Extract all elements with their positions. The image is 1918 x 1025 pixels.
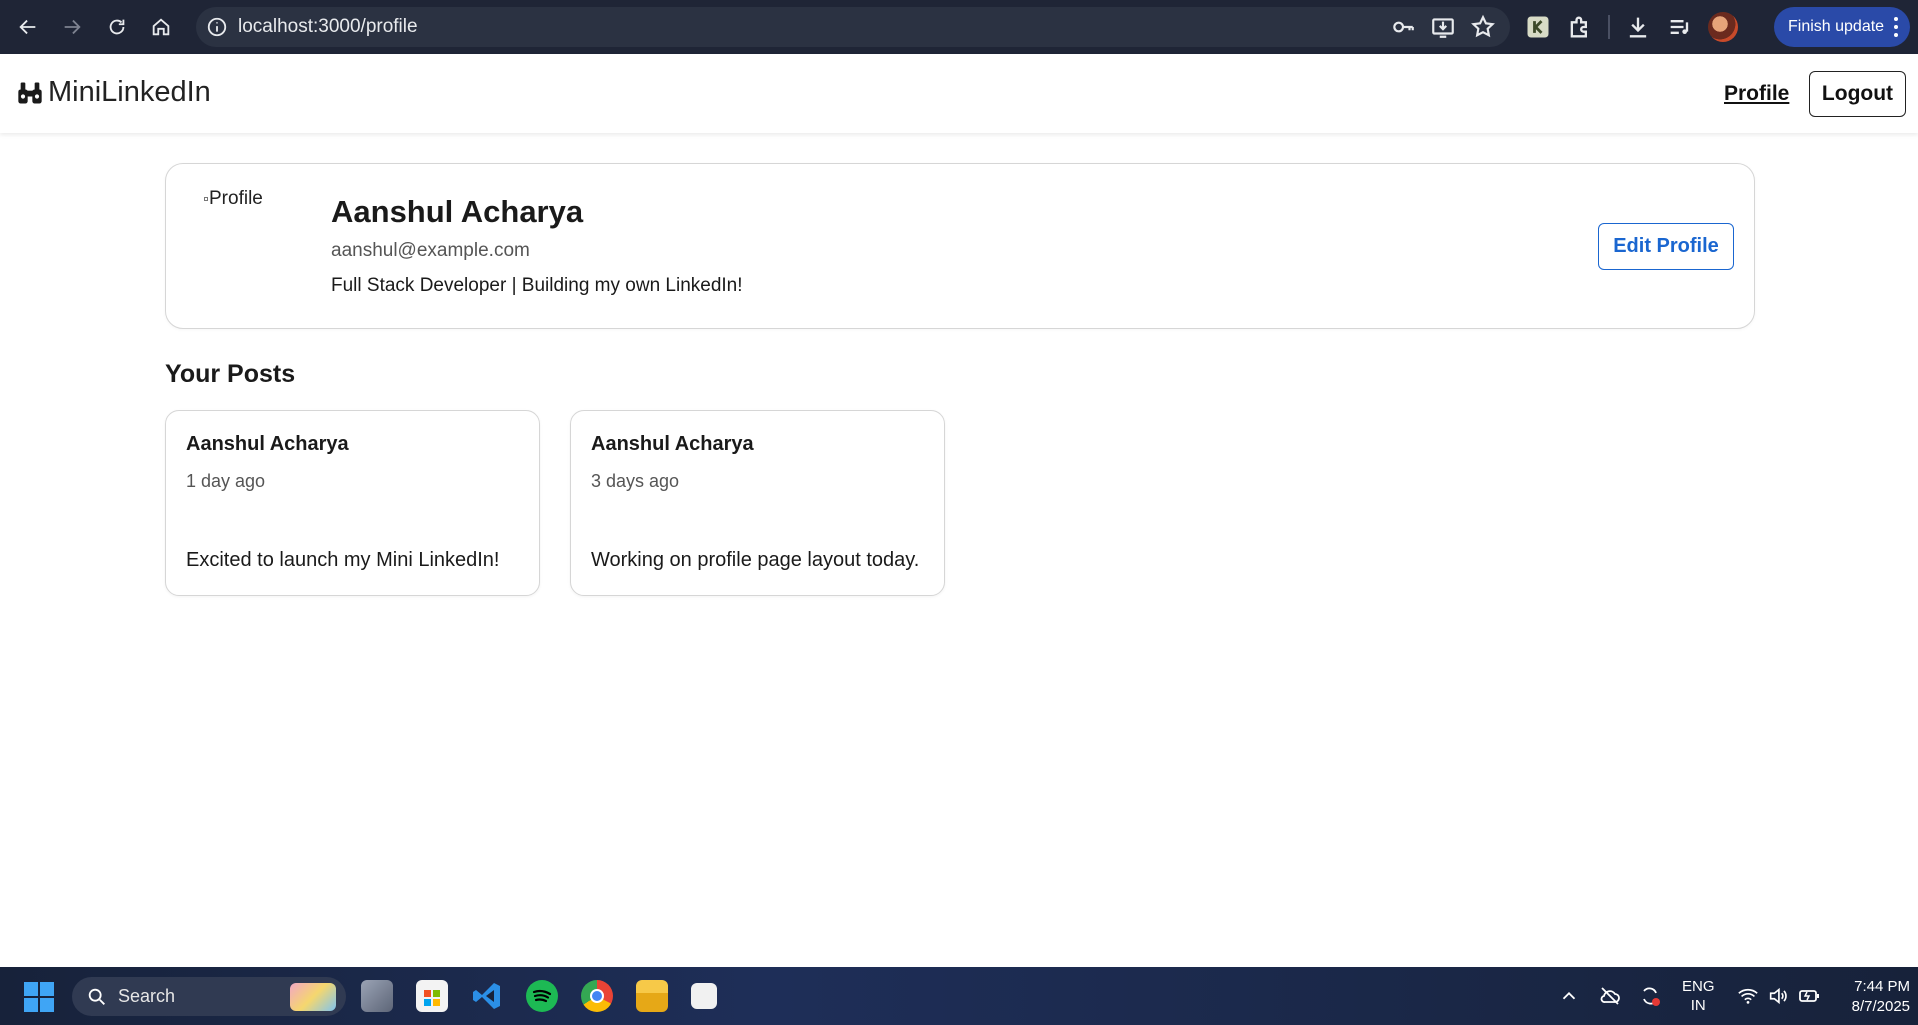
search-icon [88,988,105,1005]
windows-start-icon[interactable] [24,982,54,1012]
windows-taskbar: Search ENG IN 7:44 PM 8/7/2025 [0,967,1918,1025]
volume-icon[interactable] [1767,985,1789,1007]
task-view-icon[interactable] [361,980,393,1012]
more-options-icon[interactable] [1894,17,1898,37]
vscode-icon[interactable] [471,980,503,1012]
system-tray: ENG IN [1558,967,1821,1025]
binoculars-icon [18,82,42,103]
extension-k-icon[interactable] [1524,13,1552,41]
clock-date: 8/7/2025 [1851,998,1910,1015]
language-indicator[interactable]: ENG IN [1682,977,1715,1015]
edit-profile-button[interactable]: Edit Profile [1598,223,1734,270]
post-card: Aanshul Acharya 3 days ago Working on pr… [570,410,945,596]
reload-icon [109,19,125,35]
media-queue-icon[interactable] [1666,13,1694,41]
home-icon [152,18,170,36]
chevron-up-icon[interactable] [1558,985,1580,1007]
post-timestamp: 1 day ago [186,471,266,491]
install-app-icon[interactable] [1430,14,1456,40]
home-button[interactable] [139,5,183,49]
profile-name: Aanshul Acharya [331,194,584,229]
back-button[interactable] [6,5,50,49]
search-highlight-icon [290,983,336,1011]
profile-image: Profile [204,188,263,210]
post-content: Working on profile page layout today. [591,549,920,571]
address-bar[interactable]: localhost:3000/profile [196,7,1510,47]
chrome-icon[interactable] [581,980,613,1012]
arrow-left-icon [19,19,36,35]
system-clock[interactable]: 7:44 PM 8/7/2025 [1830,977,1910,1017]
taskbar-search[interactable]: Search [72,977,346,1016]
download-icon[interactable] [1624,13,1652,41]
app-navbar: MiniLinkedIn Profile Logout [0,54,1918,133]
browser-toolbar: localhost:3000/profile Finish update [0,0,1918,54]
profile-email: aanshul@example.com [331,240,530,261]
toolbar-divider [1608,15,1610,39]
nav-profile-link[interactable]: Profile [1724,82,1789,106]
language-code: ENG [1682,978,1715,995]
microsoft-store-icon[interactable] [416,980,448,1012]
forward-button[interactable] [50,5,94,49]
region-code: IN [1690,997,1706,1014]
logout-button[interactable]: Logout [1809,71,1906,117]
brand-logo[interactable]: MiniLinkedIn [16,76,211,109]
post-content: Excited to launch my Mini LinkedIn! [186,549,500,571]
password-key-icon[interactable] [1390,14,1416,40]
bookmark-star-icon[interactable] [1470,14,1496,40]
profile-bio: Full Stack Developer | Building my own L… [331,275,743,296]
search-label: Search [118,986,176,1006]
post-timestamp: 3 days ago [591,471,680,491]
wifi-icon[interactable] [1737,985,1759,1007]
spotify-icon[interactable] [526,980,558,1012]
file-explorer-icon[interactable] [636,980,668,1012]
reload-button[interactable] [95,5,139,49]
chrome-profile-avatar[interactable] [1708,12,1738,42]
url-text[interactable]: localhost:3000/profile [238,16,418,38]
post-card: Aanshul Acharya 1 day ago Excited to lau… [165,410,540,596]
post-author: Aanshul Acharya [591,433,754,455]
battery-icon[interactable] [1797,984,1821,1008]
clock-time: 7:44 PM [1854,978,1910,995]
extensions-puzzle-icon[interactable] [1566,13,1594,41]
profile-card: Profile Aanshul Acharya aanshul@example.… [165,163,1755,329]
post-author: Aanshul Acharya [186,433,349,455]
finish-update-label: Finish update [1788,18,1885,35]
posts-heading: Your Posts [165,360,296,388]
cloud-offline-icon[interactable] [1598,984,1622,1008]
snipping-tool-icon[interactable] [691,983,717,1009]
profile-image-alt: Profile [209,188,263,209]
broken-image-icon [204,197,208,201]
sync-alert-icon[interactable] [1638,984,1662,1008]
finish-update-button[interactable]: Finish update [1774,7,1910,47]
info-icon[interactable] [206,16,228,38]
brand-name[interactable]: MiniLinkedIn [48,76,211,109]
arrow-right-icon [64,19,81,35]
